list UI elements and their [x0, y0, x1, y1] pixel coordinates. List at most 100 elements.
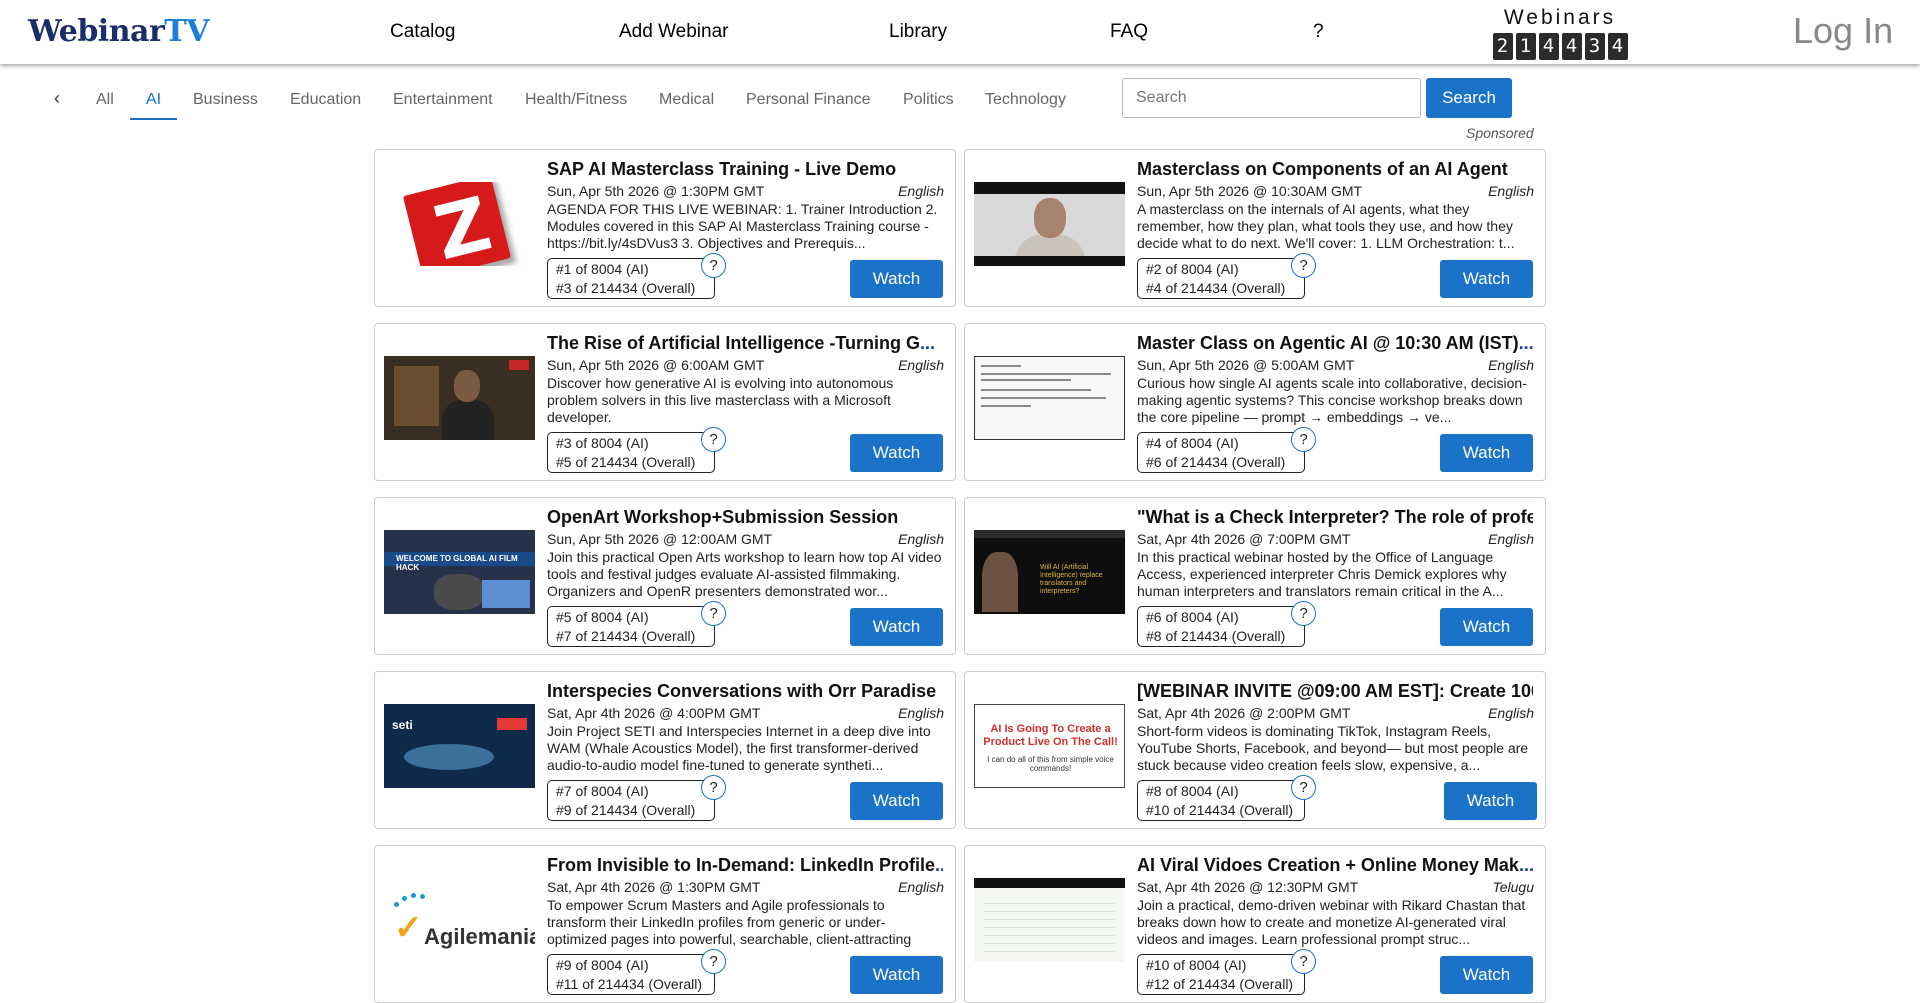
category-personal-finance[interactable]: Personal Finance [746, 91, 871, 109]
watch-button[interactable]: Watch [850, 956, 943, 994]
watch-button[interactable]: Watch [1440, 260, 1533, 298]
category-medical[interactable]: Medical [659, 91, 714, 109]
rank-help-icon[interactable]: ? [701, 775, 726, 800]
webinar-thumbnail[interactable] [974, 356, 1125, 440]
category-ai[interactable]: AI [146, 91, 161, 109]
nav-add-webinar[interactable]: Add Webinar [619, 21, 729, 43]
webinar-title[interactable]: SAP AI Masterclass Training - Live Demo [547, 159, 943, 180]
category-health-fitness[interactable]: Health/Fitness [525, 91, 627, 109]
webinar-title[interactable]: From Invisible to In-Demand: LinkedIn Pr… [547, 855, 943, 876]
rank-help-icon[interactable]: ? [1291, 427, 1316, 452]
webinar-title[interactable]: AI Viral Vidoes Creation + Online Money … [1137, 855, 1533, 876]
rank-help-icon[interactable]: ? [701, 949, 726, 974]
category-all[interactable]: All [96, 91, 114, 109]
webinar-title[interactable]: [WEBINAR INVITE @09:00 AM EST]: Create 1… [1137, 681, 1533, 702]
watch-button[interactable]: Watch [850, 782, 943, 820]
watch-button[interactable]: Watch [850, 260, 943, 298]
rank-help-icon[interactable]: ? [701, 253, 726, 278]
webinar-title-text: Interspecies Conversations with Orr Para… [547, 681, 937, 701]
category-technology[interactable]: Technology [985, 91, 1066, 109]
category-education[interactable]: Education [290, 91, 361, 109]
nav-catalog[interactable]: Catalog [390, 21, 456, 43]
webinar-thumbnail[interactable] [974, 878, 1125, 962]
watch-button[interactable]: Watch [1440, 608, 1533, 646]
webinar-card: Masterclass on Components of an AI Agent… [964, 149, 1546, 307]
rank-help-icon[interactable]: ? [1291, 253, 1316, 278]
webinar-rank-box: #4 of 8004 (AI) #6 of 214434 (Overall) [1137, 432, 1305, 473]
webinar-title[interactable]: "What is a Check Interpreter? The role o… [1137, 507, 1533, 528]
webinar-thumbnail[interactable]: AI Is Going To Create a Product Live On … [974, 704, 1125, 788]
search-button[interactable]: Search [1426, 78, 1512, 118]
watch-button[interactable]: Watch [850, 434, 943, 472]
thumb-shape [509, 360, 529, 370]
search-input[interactable] [1122, 78, 1421, 118]
webinar-language: English [1488, 531, 1534, 547]
webinartv-logo[interactable]: WebinarTV [28, 14, 209, 49]
thumb-shape [984, 896, 1115, 952]
rank-help-icon[interactable]: ? [1291, 949, 1316, 974]
webinar-title-text: AI Viral Vidoes Creation + Online Money … [1137, 855, 1519, 875]
webinar-thumbnail[interactable]: ✓ Agilemania [384, 878, 535, 962]
webinar-title[interactable]: Interspecies Conversations with Orr Para… [547, 681, 943, 702]
category-business[interactable]: Business [193, 91, 258, 109]
webinar-description: AGENDA FOR THIS LIVE WEBINAR: 1. Trainer… [547, 201, 938, 251]
webinar-thumbnail[interactable]: WELCOME TO GLOBAL AI FILM HACK [384, 530, 535, 614]
thumb-shape [974, 530, 1125, 538]
rank-overall: #6 of 214434 (Overall) [1146, 454, 1286, 470]
rank-help-icon[interactable]: ? [701, 601, 726, 626]
webinar-description: Join a practical, demo-driven webinar wi… [1137, 897, 1526, 947]
webinar-language: English [898, 357, 944, 373]
nav-help[interactable]: ? [1313, 21, 1324, 43]
thumb-shape [981, 389, 1091, 391]
webinar-card: Will AI (Artificial Intelligence) replac… [964, 497, 1546, 655]
webinar-date: Sat, Apr 4th 2026 @ 7:00PM GMT [1137, 531, 1351, 547]
rank-overall: #12 of 214434 (Overall) [1146, 976, 1294, 992]
webinar-title-text: OpenArt Workshop+Submission Session [547, 507, 899, 527]
webinar-thumbnail[interactable] [384, 356, 535, 440]
webinar-thumbnail[interactable]: seti [384, 704, 535, 788]
webinar-title[interactable]: The Rise of Artificial Intelligence -Tur… [547, 333, 943, 354]
thumb-shape [454, 370, 480, 402]
rank-help-icon[interactable]: ? [701, 427, 726, 452]
webinar-title[interactable]: Master Class on Agentic AI @ 10:30 AM (I… [1137, 333, 1533, 354]
webinar-card: The Rise of Artificial Intelligence -Tur… [374, 323, 956, 481]
thumb-text: I can do all of this from simple voice c… [987, 755, 1114, 773]
webinar-card: AI Is Going To Create a Product Live On … [964, 671, 1546, 829]
webinar-description: A masterclass on the internals of AI age… [1137, 201, 1515, 251]
counter-digits: 2 1 4 4 3 4 [1490, 33, 1630, 60]
top-navigation-bar: WebinarTV Catalog Add Webinar Library FA… [0, 0, 1920, 64]
webinar-thumbnail[interactable] [974, 182, 1125, 266]
watch-button[interactable]: Watch [850, 608, 943, 646]
webinar-title[interactable]: Masterclass on Components of an AI Agent [1137, 159, 1533, 180]
watch-button[interactable]: Watch [1440, 956, 1533, 994]
webinar-rank-box: #6 of 8004 (AI) #8 of 214434 (Overall) [1137, 606, 1305, 647]
title-ellipsis: ... [1518, 855, 1533, 875]
rank-overall: #4 of 214434 (Overall) [1146, 280, 1286, 296]
watch-button[interactable]: Watch [1440, 434, 1533, 472]
nav-faq[interactable]: FAQ [1110, 21, 1148, 43]
webinar-thumbnail[interactable]: Will AI (Artificial Intelligence) replac… [974, 530, 1125, 614]
category-entertainment[interactable]: Entertainment [393, 91, 493, 109]
rank-help-icon[interactable]: ? [1291, 601, 1316, 626]
webinar-title-text: Master Class on Agentic AI @ 10:30 AM (I… [1137, 333, 1519, 353]
counter-digit: 4 [1538, 33, 1559, 60]
thumb-shape [434, 574, 484, 610]
category-politics[interactable]: Politics [903, 91, 954, 109]
login-link[interactable]: Log In [1793, 10, 1893, 52]
rank-category: #1 of 8004 (AI) [556, 261, 649, 277]
webinar-card: Master Class on Agentic AI @ 10:30 AM (I… [964, 323, 1546, 481]
webinar-rank-box: #3 of 8004 (AI) #5 of 214434 (Overall) [547, 432, 715, 473]
rank-help-icon[interactable]: ? [1291, 775, 1316, 800]
webinar-date: Sat, Apr 4th 2026 @ 12:30PM GMT [1137, 879, 1359, 895]
webinar-date: Sun, Apr 5th 2026 @ 1:30PM GMT [547, 183, 765, 199]
nav-library[interactable]: Library [889, 21, 947, 43]
webinar-date: Sun, Apr 5th 2026 @ 10:30AM GMT [1137, 183, 1363, 199]
thumb-shape [974, 182, 1125, 194]
webinar-rank-box: #2 of 8004 (AI) #4 of 214434 (Overall) [1137, 258, 1305, 299]
rank-category: #9 of 8004 (AI) [556, 957, 649, 973]
chevron-left-icon[interactable]: ‹ [54, 88, 60, 109]
webinar-title[interactable]: OpenArt Workshop+Submission Session [547, 507, 943, 528]
watch-button[interactable]: Watch [1444, 782, 1537, 820]
webinar-thumbnail[interactable]: Z [384, 182, 535, 266]
webinar-date: Sat, Apr 4th 2026 @ 2:00PM GMT [1137, 705, 1351, 721]
